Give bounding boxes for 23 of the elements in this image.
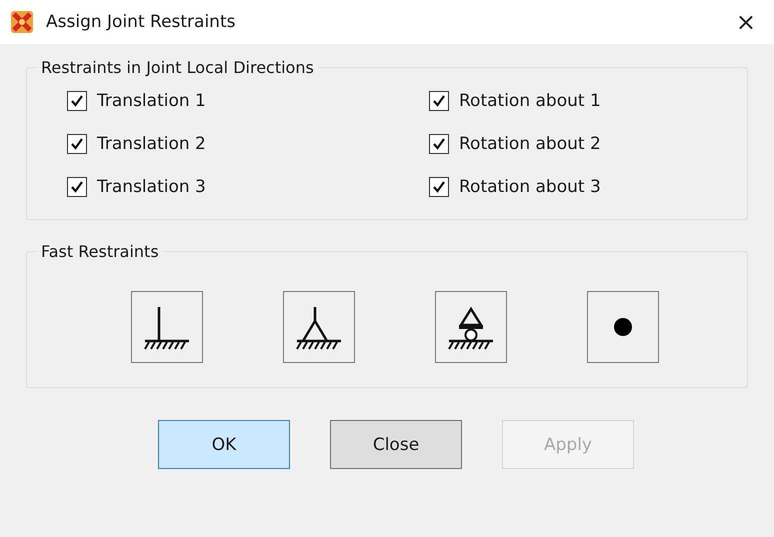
checkbox[interactable] (67, 134, 87, 154)
checkbox[interactable] (429, 91, 449, 111)
restraint-button[interactable] (587, 291, 659, 363)
checkbox[interactable] (429, 134, 449, 154)
app-logo-icon (10, 10, 34, 34)
checkbox[interactable] (67, 91, 87, 111)
close-button[interactable]: × (730, 8, 762, 36)
group-title: Restraints in Joint Local Directions (40, 58, 315, 77)
checkbox-option[interactable]: Rotation about 1 (429, 91, 747, 111)
restraint-button[interactable] (283, 291, 355, 363)
checkbox[interactable] (67, 177, 87, 197)
dialog-button[interactable]: OK (158, 420, 290, 469)
group-title: Fast Restraints (40, 242, 160, 261)
dialog-button[interactable]: Close (330, 420, 462, 469)
checkbox-option[interactable]: Translation 2 (67, 134, 429, 154)
checkbox[interactable] (429, 177, 449, 197)
window-title: Assign Joint Restraints (46, 12, 236, 32)
restraint-button[interactable] (131, 291, 203, 363)
checkbox-option[interactable]: Rotation about 2 (429, 134, 747, 154)
checkbox-option[interactable]: Rotation about 3 (429, 177, 747, 197)
restraint-button[interactable] (435, 291, 507, 363)
checkbox-option[interactable]: Translation 1 (67, 91, 429, 111)
checkbox-option[interactable]: Translation 3 (67, 177, 429, 197)
